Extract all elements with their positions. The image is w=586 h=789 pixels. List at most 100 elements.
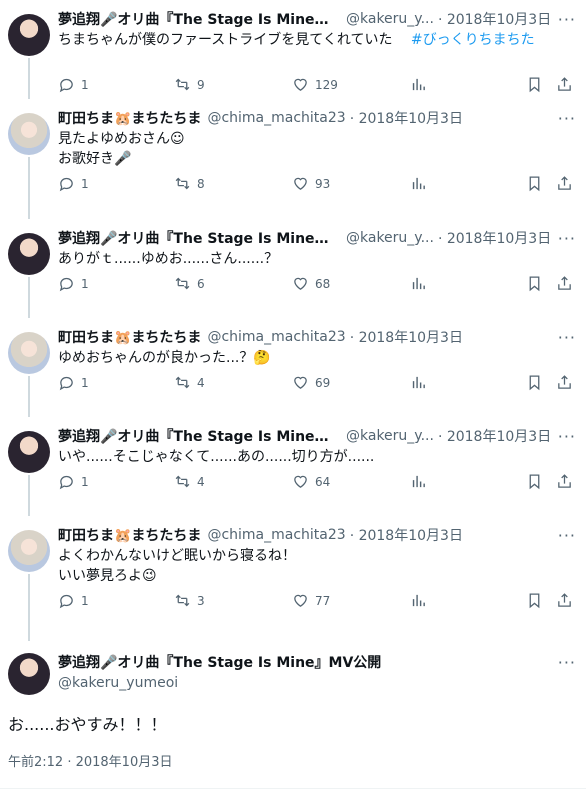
tweet-text: よくわかんないけど眠いから寝るね！ いい夢見ろよ😉 [58, 546, 576, 586]
display-name[interactable]: 町田ちま🐹まちたちま [58, 525, 201, 545]
display-name[interactable]: 町田ちま🐹まちたちま [58, 108, 201, 128]
reply-count: 1 [81, 375, 89, 390]
bookmark-icon [526, 473, 543, 490]
reply-button[interactable]: 1 [58, 374, 89, 391]
retweet-button[interactable]: 3 [174, 592, 205, 609]
views-button[interactable] [410, 275, 427, 292]
handle[interactable]: @kakeru_yumeoi [58, 675, 178, 691]
tweet-text: お......おやすみ！！！ [8, 715, 167, 734]
tweet[interactable]: 町田ちま🐹まちたちま @chima_machita23 · 2018年10月3日… [0, 516, 586, 641]
timestamp[interactable]: · 2018年10月3日 [350, 327, 463, 347]
timestamp[interactable]: · 2018年10月3日 [438, 9, 551, 29]
tweet[interactable]: 夢追翔🎤オリ曲『The Stage Is Mine』... @kakeru_y.… [0, 0, 586, 99]
reply-icon [58, 473, 75, 490]
timestamp[interactable]: · 2018年10月3日 [350, 108, 463, 128]
share-button[interactable] [556, 175, 573, 192]
display-name[interactable]: 町田ちま🐹まちたちま [58, 327, 201, 347]
views-button[interactable] [410, 374, 427, 391]
timestamp[interactable]: · 2018年10月3日 [350, 525, 463, 545]
retweet-count: 8 [197, 176, 205, 191]
like-button[interactable]: 64 [292, 473, 330, 490]
more-icon[interactable]: ··· [558, 427, 576, 446]
views-icon [410, 175, 427, 192]
views-button[interactable] [410, 175, 427, 192]
reply-button[interactable]: 1 [58, 76, 89, 93]
avatar[interactable] [8, 332, 50, 374]
timestamp[interactable]: 午前2:12 · 2018年10月3日 [8, 751, 173, 770]
thread-line [28, 157, 30, 219]
display-name[interactable]: 夢追翔🎤オリ曲『The Stage Is Mine』... [58, 228, 340, 248]
retweet-button[interactable]: 8 [174, 175, 205, 192]
retweet-button[interactable]: 4 [174, 473, 205, 490]
bookmark-button[interactable] [526, 275, 543, 292]
bookmark-button[interactable] [526, 473, 543, 490]
views-button[interactable] [410, 76, 427, 93]
share-button[interactable] [556, 275, 573, 292]
display-name[interactable]: 夢追翔🎤オリ曲『The Stage Is Mine』MV公開 [58, 652, 381, 672]
views-icon [410, 76, 427, 93]
reply-count: 1 [81, 276, 89, 291]
like-count: 129 [315, 77, 338, 92]
avatar[interactable] [8, 431, 50, 473]
like-button[interactable]: 68 [292, 275, 330, 292]
avatar[interactable] [8, 530, 50, 572]
tweet[interactable]: 町田ちま🐹まちたちま @chima_machita23 · 2018年10月3日… [0, 318, 586, 417]
bookmark-button[interactable] [526, 592, 543, 609]
like-button[interactable]: 77 [292, 592, 330, 609]
handle[interactable]: @chima_machita23 [207, 110, 345, 126]
handle[interactable]: @kakeru_y... [346, 428, 434, 444]
avatar[interactable] [8, 14, 50, 56]
handle[interactable]: @chima_machita23 [207, 329, 345, 345]
like-button[interactable]: 129 [292, 76, 338, 93]
share-icon [556, 592, 573, 609]
share-button[interactable] [556, 592, 573, 609]
like-button[interactable]: 69 [292, 374, 330, 391]
timestamp[interactable]: · 2018年10月3日 [438, 228, 551, 248]
more-icon[interactable]: ··· [558, 229, 576, 248]
bookmark-button[interactable] [526, 374, 543, 391]
retweet-icon [174, 76, 191, 93]
retweet-button[interactable]: 9 [174, 76, 205, 93]
share-button[interactable] [556, 374, 573, 391]
handle[interactable]: @kakeru_y... [346, 11, 434, 27]
bookmark-button[interactable] [526, 76, 543, 93]
tweet[interactable]: 町田ちま🐹まちたちま @chima_machita23 · 2018年10月3日… [0, 99, 586, 219]
like-icon [292, 592, 309, 609]
avatar[interactable] [8, 113, 50, 155]
reply-button[interactable]: 1 [58, 473, 89, 490]
handle[interactable]: @kakeru_y... [346, 230, 434, 246]
timestamp[interactable]: · 2018年10月3日 [438, 426, 551, 446]
handle[interactable]: @chima_machita23 [207, 527, 345, 543]
more-icon[interactable]: ··· [558, 109, 576, 128]
reply-button[interactable]: 1 [58, 592, 89, 609]
tweet-text-line: いい夢見ろよ😉 [58, 568, 157, 584]
views-button[interactable] [410, 473, 427, 490]
retweet-count: 9 [197, 77, 205, 92]
like-button[interactable]: 93 [292, 175, 330, 192]
retweet-button[interactable]: 6 [174, 275, 205, 292]
reply-icon [58, 76, 75, 93]
more-icon[interactable]: ··· [558, 653, 576, 672]
reply-button[interactable]: 1 [58, 175, 89, 192]
like-icon [292, 275, 309, 292]
avatar[interactable] [8, 233, 50, 275]
bookmark-button[interactable] [526, 175, 543, 192]
avatar[interactable] [8, 653, 50, 695]
thread-line [28, 574, 30, 641]
like-count: 77 [315, 593, 331, 608]
more-icon[interactable]: ··· [558, 526, 576, 545]
bookmark-icon [526, 374, 543, 391]
reply-icon [58, 592, 75, 609]
tweet[interactable]: 夢追翔🎤オリ曲『The Stage Is Mine』... @kakeru_y.… [0, 417, 586, 516]
views-button[interactable] [410, 592, 427, 609]
retweet-button[interactable]: 4 [174, 374, 205, 391]
hashtag-link[interactable]: #びっくりちまちた [411, 32, 535, 48]
reply-button[interactable]: 1 [58, 275, 89, 292]
display-name[interactable]: 夢追翔🎤オリ曲『The Stage Is Mine』... [58, 426, 340, 446]
share-button[interactable] [556, 76, 573, 93]
tweet[interactable]: 夢追翔🎤オリ曲『The Stage Is Mine』... @kakeru_y.… [0, 219, 586, 318]
display-name[interactable]: 夢追翔🎤オリ曲『The Stage Is Mine』... [58, 9, 340, 29]
more-icon[interactable]: ··· [558, 10, 576, 29]
share-button[interactable] [556, 473, 573, 490]
more-icon[interactable]: ··· [558, 328, 576, 347]
